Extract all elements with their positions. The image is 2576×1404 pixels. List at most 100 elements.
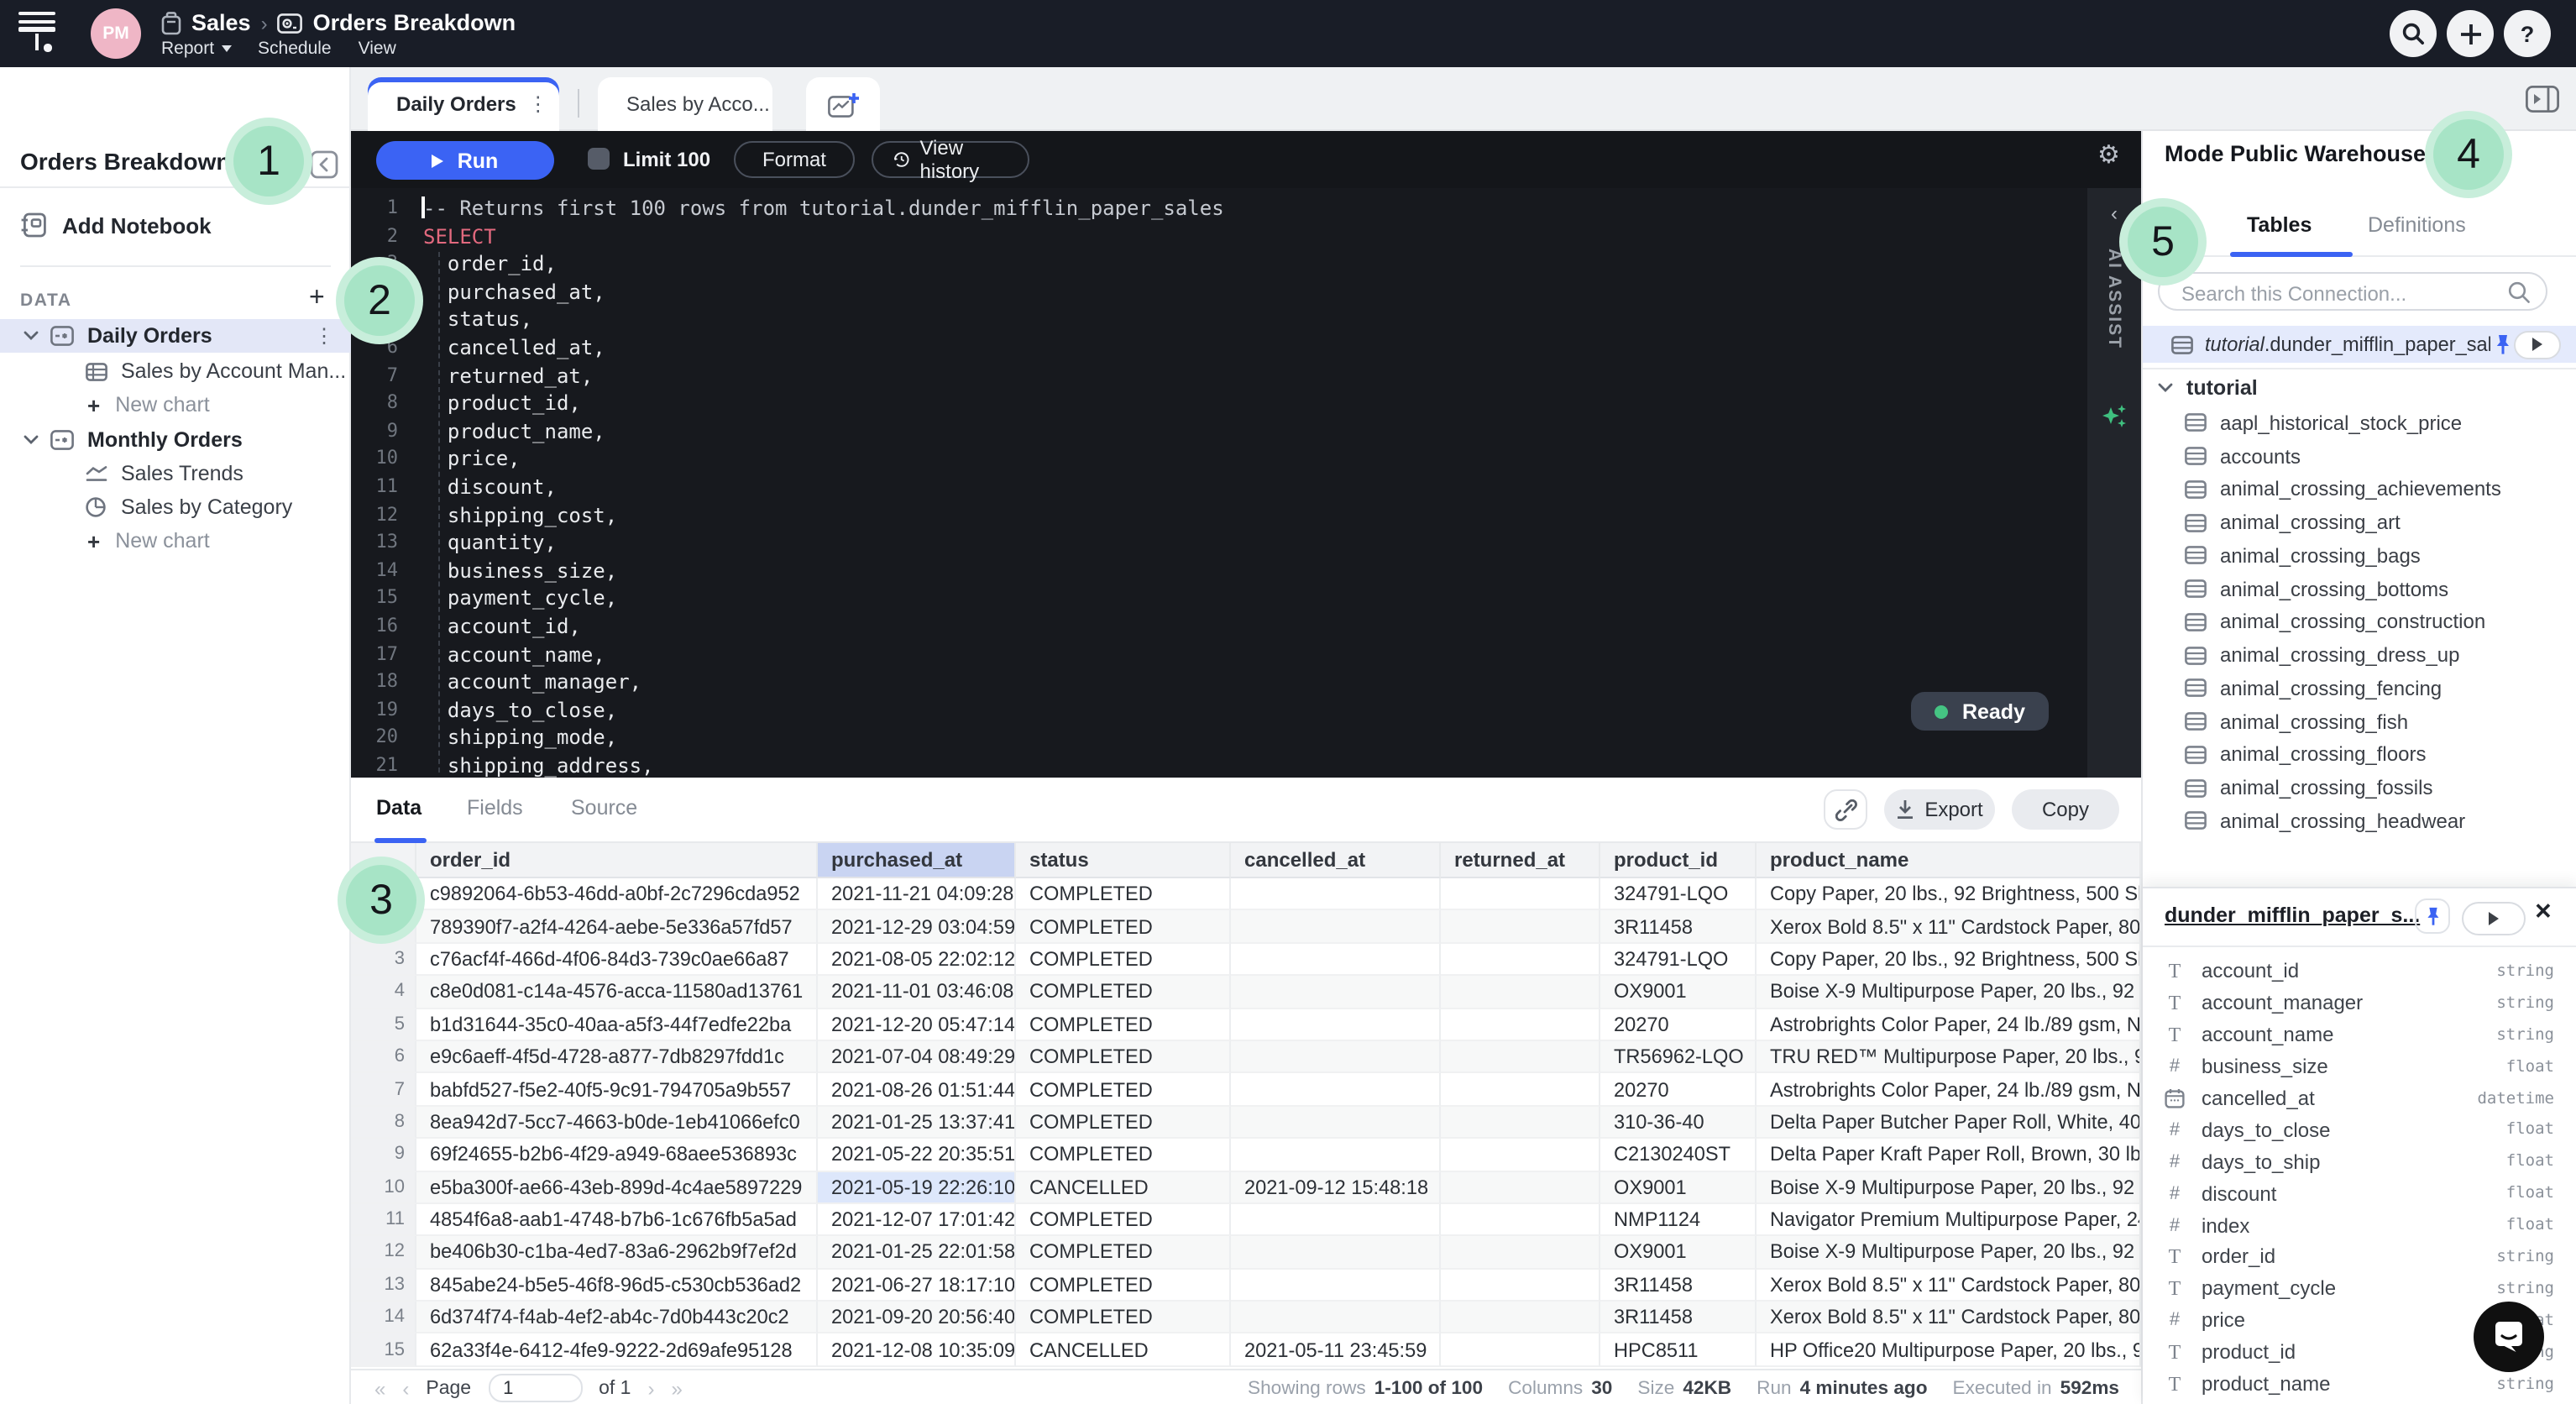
table-list-item[interactable]: animal_crossing_dress_up	[2143, 639, 2576, 673]
table-cell[interactable]	[1441, 878, 1600, 911]
table-cell[interactable]: 2021-12-07 17:01:42	[818, 1204, 1016, 1237]
table-cell[interactable]: e9c6aeff-4f5d-4728-a877-7db8297fdd1c	[416, 1041, 818, 1074]
table-list-item[interactable]: animal_crossing_art	[2143, 506, 2576, 540]
connection-search[interactable]	[2158, 272, 2547, 311]
table-list-item[interactable]: animal_crossing_achievements	[2143, 473, 2576, 506]
table-cell[interactable]: Boise X-9 Multipurpose Paper, 20 lbs., 9…	[1757, 976, 2141, 1008]
tab-kebab-menu-icon[interactable]: ⋮	[528, 92, 548, 116]
table-cell[interactable]: 20270	[1600, 1074, 1757, 1107]
search-button[interactable]	[2390, 10, 2437, 57]
tab-daily-orders[interactable]: Daily Orders ⋮	[368, 77, 559, 131]
limit-checkbox[interactable]	[588, 148, 610, 170]
column-header-order_id[interactable]: order_id	[416, 843, 818, 878]
new-chart-button-daily[interactable]: + New chart	[0, 388, 351, 422]
table-cell[interactable]: CANCELLED	[1016, 1171, 1231, 1204]
table-cell[interactable]: Navigator Premium Multipurpose Paper, 24…	[1757, 1204, 2141, 1237]
table-cell[interactable]: c9892064-6b53-46dd-a0bf-2c7296cda952	[416, 878, 818, 911]
table-cell[interactable]	[1231, 1204, 1441, 1237]
table-cell[interactable]	[1231, 1041, 1441, 1074]
table-cell[interactable]: Copy Paper, 20 lbs., 92 Brightness, 500 …	[1757, 878, 2141, 911]
pin-icon[interactable]	[2492, 333, 2514, 356]
table-list-item[interactable]: animal_crossing_bottoms	[2143, 573, 2576, 606]
table-cell[interactable]: OX9001	[1600, 976, 1757, 1008]
table-cell[interactable]: 2021-09-20 20:56:40	[818, 1302, 1016, 1334]
format-button[interactable]: Format	[734, 141, 855, 178]
table-detail-title[interactable]: dunder_mifflin_paper_s...	[2165, 904, 2420, 927]
table-cell[interactable]: 2021-08-05 22:02:12	[818, 944, 1016, 977]
table-cell[interactable]: 3R11458	[1600, 1302, 1757, 1334]
menu-view[interactable]: View	[359, 39, 396, 59]
gear-icon[interactable]: ⚙	[2097, 143, 2120, 168]
field-row[interactable]: #business_sizefloat	[2143, 1050, 2576, 1082]
sql-editor[interactable]: Run Limit 100 Format View history ⚙ 1-- …	[351, 131, 2141, 778]
tab-sales-by-account[interactable]: Sales by Acco...	[598, 77, 772, 131]
table-cell[interactable]: Boise X-9 Multipurpose Paper, 20 lbs., 9…	[1757, 1237, 2141, 1270]
table-cell[interactable]	[1441, 1041, 1600, 1074]
table-cell[interactable]: Copy Paper, 20 lbs., 92 Brightness, 500 …	[1757, 944, 2141, 977]
table-cell[interactable]	[1441, 1334, 1600, 1367]
table-cell[interactable]	[1231, 1269, 1441, 1302]
close-icon[interactable]: ✕	[2534, 898, 2552, 925]
table-list-item[interactable]: aapl_historical_stock_price	[2143, 406, 2576, 440]
field-row[interactable]: cancelled_atdatetime	[2143, 1082, 2576, 1114]
table-cell[interactable]: Astrobrights Color Paper, 24 lb./89 gsm,…	[1757, 1074, 2141, 1107]
table-list-item[interactable]: animal_crossing_headwear	[2143, 804, 2576, 838]
table-cell[interactable]: e5ba300f-ae66-43eb-899d-4c4ae5897229	[416, 1171, 818, 1204]
sidebar-item-sales-trends[interactable]: Sales Trends	[0, 457, 351, 490]
table-cell[interactable]: COMPLETED	[1016, 1302, 1231, 1334]
table-cell[interactable]	[1441, 1106, 1600, 1139]
table-cell[interactable]	[1441, 976, 1600, 1008]
avatar[interactable]: PM	[91, 8, 141, 59]
table-cell[interactable]	[1441, 1074, 1600, 1107]
table-cell[interactable]: COMPLETED	[1016, 1074, 1231, 1107]
table-cell[interactable]: 2021-12-20 05:47:14	[818, 1008, 1016, 1041]
add-data-button[interactable]: +	[309, 284, 325, 314]
table-cell[interactable]: COMPLETED	[1016, 1139, 1231, 1171]
table-cell[interactable]: COMPLETED	[1016, 1204, 1231, 1237]
table-cell[interactable]: c8e0d081-c14a-4576-acca-11580ad13761	[416, 976, 818, 1008]
table-cell[interactable]	[1441, 944, 1600, 977]
search-input[interactable]	[2178, 277, 2495, 309]
field-row[interactable]: #indexfloat	[2143, 1209, 2576, 1241]
field-row[interactable]: Taccount_managerstring	[2143, 988, 2576, 1019]
table-cell[interactable]: COMPLETED	[1016, 878, 1231, 911]
field-row[interactable]: Tpayment_cyclestring	[2143, 1273, 2576, 1305]
sidebar-item-daily-orders[interactable]: Daily Orders ⋮	[0, 319, 351, 353]
table-cell[interactable]: 2021-06-27 18:17:10	[818, 1269, 1016, 1302]
table-cell[interactable]: COMPLETED	[1016, 1237, 1231, 1270]
collapse-sidebar-button[interactable]	[302, 149, 339, 180]
table-cell[interactable]	[1231, 944, 1441, 977]
prev-page-icon[interactable]: ‹	[402, 1376, 409, 1400]
new-chart-tab-button[interactable]	[806, 77, 880, 131]
table-cell[interactable]: 62a33f4e-6412-4fe9-9222-2d69afe95128	[416, 1334, 818, 1367]
new-chart-button-monthly[interactable]: + New chart	[0, 524, 351, 558]
table-cell[interactable]: HPC8511	[1600, 1334, 1757, 1367]
table-cell[interactable]: 3R11458	[1600, 1269, 1757, 1302]
pin-table-button[interactable]	[2415, 898, 2450, 934]
expand-panel-button[interactable]	[2526, 86, 2559, 113]
table-cell[interactable]: 2021-05-22 20:35:51	[818, 1139, 1016, 1171]
share-link-button[interactable]	[1824, 789, 1867, 830]
table-list-item[interactable]: animal_crossing_fossils	[2143, 772, 2576, 805]
breadcrumb-workspace[interactable]: Sales	[191, 10, 251, 35]
export-button[interactable]: Export	[1884, 789, 1995, 830]
copy-button[interactable]: Copy	[2012, 789, 2119, 830]
table-cell[interactable]: 6d374f74-f4ab-4ef2-ab4c-7d0b443c20c2	[416, 1302, 818, 1334]
table-cell[interactable]: 845abe24-b5e5-46f8-96d5-c530cb536ad2	[416, 1269, 818, 1302]
table-cell[interactable]: 789390f7-a2f4-4264-aebe-5e336a57fd57	[416, 911, 818, 944]
table-cell[interactable]: 324791-LQO	[1600, 878, 1757, 911]
table-cell[interactable]: 2021-01-25 22:01:58	[818, 1237, 1016, 1270]
table-cell[interactable]	[1441, 911, 1600, 944]
table-cell[interactable]: 69f24655-b2b6-4f29-a949-68aee536893c	[416, 1139, 818, 1171]
tab-data[interactable]: Data	[376, 796, 421, 820]
table-cell[interactable]: 2021-05-19 22:26:10	[818, 1171, 1016, 1204]
table-cell[interactable]: C2130240ST	[1600, 1139, 1757, 1171]
view-history-button[interactable]: View history	[872, 141, 1029, 178]
table-cell[interactable]: TR56962-LQO	[1600, 1041, 1757, 1074]
table-cell[interactable]: CANCELLED	[1016, 1334, 1231, 1367]
column-header-product_name[interactable]: product_name	[1757, 843, 2141, 878]
table-cell[interactable]: 8ea942d7-5cc7-4663-b0de-1eb41066efc0	[416, 1106, 818, 1139]
table-cell[interactable]: Boise X-9 Multipurpose Paper, 20 lbs., 9…	[1757, 1171, 2141, 1204]
pinned-table-row[interactable]: tutorial.dunder_mifflin_paper_sales	[2143, 326, 2576, 363]
table-cell[interactable]: Xerox Bold 8.5" x 11" Cardstock Paper, 8…	[1757, 911, 2141, 944]
